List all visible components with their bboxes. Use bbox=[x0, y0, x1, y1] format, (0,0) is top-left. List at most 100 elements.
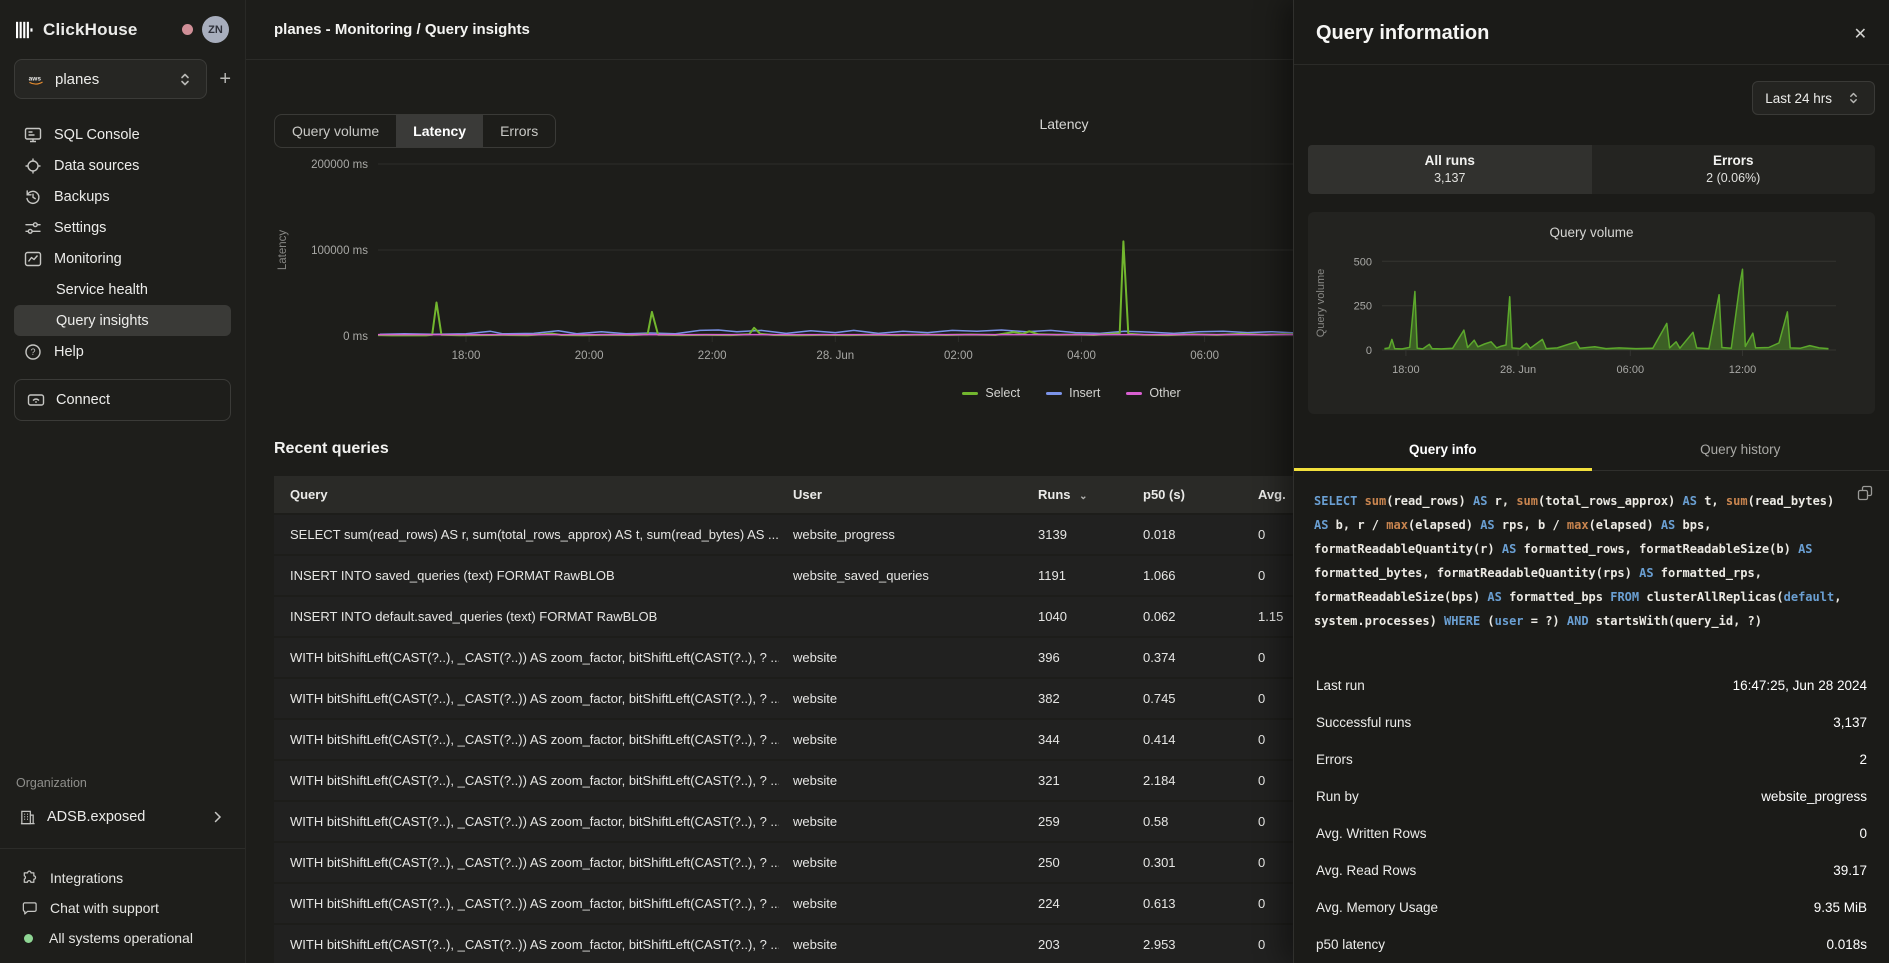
stat-value: 2 bbox=[1859, 752, 1867, 767]
stat-row-last-run: Last run16:47:25, Jun 28 2024 bbox=[1316, 667, 1867, 704]
cell-query: WITH bitShiftLeft(CAST(?..), _CAST(?..))… bbox=[274, 802, 779, 841]
table-row[interactable]: WITH bitShiftLeft(CAST(?..), _CAST(?..))… bbox=[274, 802, 1354, 841]
legend-item-insert[interactable]: Insert bbox=[1046, 386, 1100, 400]
time-range-selector[interactable]: Last 24 hrs bbox=[1752, 81, 1875, 115]
sidebar-item-chat-with-support[interactable]: Chat with support bbox=[14, 893, 231, 923]
stat-row-errors: Errors 2 bbox=[1316, 741, 1867, 778]
query-volume-card: Query volume 025050018:0028. Jun06:0012:… bbox=[1308, 212, 1875, 414]
time-range-value: Last 24 hrs bbox=[1765, 91, 1832, 106]
connect-icon bbox=[27, 391, 45, 409]
tab-errors[interactable]: Errors bbox=[483, 115, 555, 147]
svg-text:250: 250 bbox=[1354, 301, 1372, 313]
tab-latency[interactable]: Latency bbox=[396, 115, 483, 147]
table-row[interactable]: WITH bitShiftLeft(CAST(?..), _CAST(?..))… bbox=[274, 884, 1354, 923]
sidebar-item-all-systems-operational[interactable]: All systems operational bbox=[14, 923, 231, 953]
stat-label: Last run bbox=[1316, 678, 1365, 693]
cell-p50-s: 0.374 bbox=[1129, 638, 1244, 677]
cell-query: WITH bitShiftLeft(CAST(?..), _CAST(?..))… bbox=[274, 884, 779, 923]
page-title: planes - Monitoring / Query insights bbox=[274, 21, 530, 38]
cell-user: website bbox=[779, 720, 1024, 759]
sql-code-line: formatReadableQuantity(r) AS formatted_r… bbox=[1314, 537, 1869, 561]
chart-tabs: Query volumeLatencyErrors bbox=[274, 114, 556, 148]
table-row[interactable]: WITH bitShiftLeft(CAST(?..), _CAST(?..))… bbox=[274, 679, 1354, 718]
stat-label: Avg. Read Rows bbox=[1316, 863, 1416, 878]
user-avatar[interactable]: ZN bbox=[202, 16, 229, 43]
svg-text:18:00: 18:00 bbox=[1392, 364, 1420, 376]
backups-icon bbox=[24, 188, 42, 206]
table-row[interactable]: INSERT INTO default.saved_queries (text)… bbox=[274, 597, 1354, 636]
sidebar-item-integrations[interactable]: Integrations bbox=[14, 863, 231, 893]
column-header-user[interactable]: User bbox=[779, 476, 1024, 513]
stat-label: Run by bbox=[1316, 789, 1359, 804]
cell-user: website bbox=[779, 761, 1024, 800]
table-row[interactable]: SELECT sum(read_rows) AS r, sum(total_ro… bbox=[274, 515, 1354, 554]
panel-title: Query information bbox=[1316, 22, 1489, 45]
svg-text:100000 ms: 100000 ms bbox=[311, 245, 368, 257]
sidebar-item-backups[interactable]: Backups bbox=[14, 181, 231, 212]
legend-item-select[interactable]: Select bbox=[962, 386, 1020, 400]
sidebar-item-monitoring[interactable]: Monitoring bbox=[14, 243, 231, 274]
svg-text:28. Jun: 28. Jun bbox=[816, 350, 854, 362]
connect-button[interactable]: Connect bbox=[14, 379, 231, 421]
table-row[interactable]: WITH bitShiftLeft(CAST(?..), _CAST(?..))… bbox=[274, 720, 1354, 759]
legend-item-other[interactable]: Other bbox=[1126, 386, 1180, 400]
column-header-runs[interactable]: Runs ⌄ bbox=[1024, 476, 1129, 513]
cell-user: website_saved_queries bbox=[779, 556, 1024, 595]
cell-user: website bbox=[779, 638, 1024, 677]
svg-text:18:00: 18:00 bbox=[452, 350, 481, 362]
cell-user: website bbox=[779, 802, 1024, 841]
table-row[interactable]: WITH bitShiftLeft(CAST(?..), _CAST(?..))… bbox=[274, 843, 1354, 882]
panel-header: Query information ✕ bbox=[1294, 0, 1889, 65]
cell-p50-s: 0.745 bbox=[1129, 679, 1244, 718]
cell-p50-s: 0.062 bbox=[1129, 597, 1244, 636]
tab-query-info[interactable]: Query info bbox=[1294, 432, 1592, 471]
sidebar-nav: SQL ConsoleData sources Backups SettingsMo… bbox=[14, 119, 231, 367]
cell-query: SELECT sum(read_rows) AS r, sum(total_ro… bbox=[274, 515, 779, 554]
tab-query-volume[interactable]: Query volume bbox=[275, 115, 396, 147]
cell-p50-s: 0.58 bbox=[1129, 802, 1244, 841]
table-row[interactable]: WITH bitShiftLeft(CAST(?..), _CAST(?..))… bbox=[274, 638, 1354, 677]
stat-row-run-by: Run bywebsite_progress bbox=[1316, 778, 1867, 815]
column-header-query[interactable]: Query bbox=[274, 476, 779, 513]
sidebar-item-settings[interactable]: Settings bbox=[14, 212, 231, 243]
settings-icon bbox=[24, 219, 42, 237]
sidebar-item-data-sources[interactable]: Data sources bbox=[14, 150, 231, 181]
cell-runs: 3139 bbox=[1024, 515, 1129, 554]
tab-query-history[interactable]: Query history bbox=[1592, 432, 1889, 471]
cell-user: website bbox=[779, 679, 1024, 718]
segment-errors[interactable]: Errors2 (0.06%) bbox=[1592, 145, 1876, 194]
sidebar-item-help[interactable]: ?Help bbox=[14, 336, 231, 367]
sidebar-item-label: Query insights bbox=[56, 313, 149, 329]
svg-text:500: 500 bbox=[1354, 256, 1372, 268]
query-information-panel: Query information ✕ Last 24 hrs All runs… bbox=[1293, 0, 1889, 963]
copy-icon[interactable] bbox=[1857, 485, 1873, 504]
sidebar-item-label: Chat with support bbox=[50, 900, 159, 916]
column-header-p50-s[interactable]: p50 (s) bbox=[1129, 476, 1244, 513]
organization-row[interactable]: ADSB.exposed bbox=[14, 802, 231, 832]
cell-query: INSERT INTO default.saved_queries (text)… bbox=[274, 597, 779, 636]
svg-text:20:00: 20:00 bbox=[575, 350, 604, 362]
sidebar-item-service-health[interactable]: Service health bbox=[14, 274, 231, 305]
clickhouse-logo-icon[interactable] bbox=[16, 21, 34, 39]
table-row[interactable]: WITH bitShiftLeft(CAST(?..), _CAST(?..))… bbox=[274, 761, 1354, 800]
stat-value: 0 bbox=[1859, 826, 1867, 841]
sidebar-divider bbox=[0, 848, 245, 849]
stat-value: 39.17 bbox=[1833, 863, 1867, 878]
segment-all-runs[interactable]: All runs3,137 bbox=[1308, 145, 1592, 194]
sidebar-item-label: Backups bbox=[54, 189, 110, 205]
data-sources-icon bbox=[24, 157, 42, 175]
service-name: planes bbox=[55, 71, 166, 88]
svg-text:02:00: 02:00 bbox=[944, 350, 973, 362]
sidebar-item-query-insights[interactable]: Query insights bbox=[14, 305, 231, 336]
sidebar-item-sql-console[interactable]: SQL Console bbox=[14, 119, 231, 150]
table-row[interactable]: WITH bitShiftLeft(CAST(?..), _CAST(?..))… bbox=[274, 925, 1354, 963]
close-icon[interactable]: ✕ bbox=[1854, 24, 1867, 44]
sidebar-item-label: Integrations bbox=[50, 870, 123, 886]
notification-dot[interactable] bbox=[182, 24, 193, 35]
table-row[interactable]: INSERT INTO saved_queries (text) FORMAT … bbox=[274, 556, 1354, 595]
add-service-button[interactable]: + bbox=[219, 69, 231, 89]
legend-swatch bbox=[962, 392, 978, 395]
stat-label: Errors bbox=[1316, 752, 1353, 767]
service-selector[interactable]: aws planes bbox=[14, 59, 207, 99]
query-volume-chart: 025050018:0028. Jun06:0012:00Query volum… bbox=[1312, 246, 1872, 401]
